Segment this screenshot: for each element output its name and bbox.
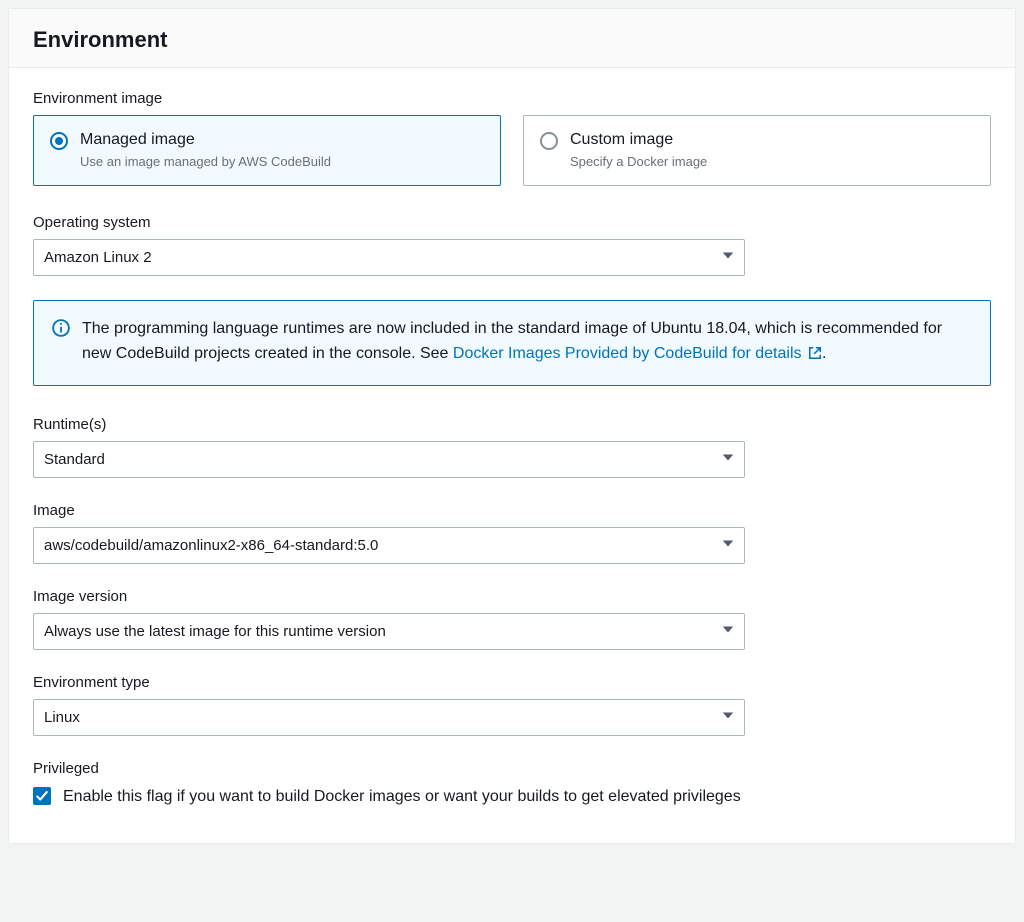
os-select[interactable]: Amazon Linux 2 xyxy=(33,239,745,276)
image-select[interactable]: aws/codebuild/amazonlinux2-x86_64-standa… xyxy=(33,527,745,564)
info-alert: The programming language runtimes are no… xyxy=(33,300,991,386)
alert-text-after: . xyxy=(822,345,826,362)
chevron-down-icon xyxy=(722,707,734,728)
image-label: Image xyxy=(33,502,991,519)
card-header: Environment xyxy=(9,9,1015,68)
env-type-select[interactable]: Linux xyxy=(33,699,745,736)
env-type-value: Linux xyxy=(44,709,80,726)
image-version-value: Always use the latest image for this run… xyxy=(44,623,386,640)
chevron-down-icon xyxy=(722,621,734,642)
os-value: Amazon Linux 2 xyxy=(44,249,152,266)
privileged-desc: Enable this flag if you want to build Do… xyxy=(63,785,741,809)
privileged-checkbox[interactable] xyxy=(33,787,51,805)
chevron-down-icon xyxy=(722,449,734,470)
tile-desc: Use an image managed by AWS CodeBuild xyxy=(80,153,331,171)
runtime-value: Standard xyxy=(44,451,105,468)
section-title: Environment xyxy=(33,27,991,53)
env-image-option-managed[interactable]: Managed image Use an image managed by AW… xyxy=(33,115,501,186)
tile-title: Custom image xyxy=(570,130,707,151)
image-version-select[interactable]: Always use the latest image for this run… xyxy=(33,613,745,650)
env-image-options: Managed image Use an image managed by AW… xyxy=(33,115,991,186)
info-alert-text: The programming language runtimes are no… xyxy=(82,317,972,369)
tile-desc: Specify a Docker image xyxy=(570,153,707,171)
external-link-icon xyxy=(808,344,822,369)
os-label: Operating system xyxy=(33,214,991,231)
image-value: aws/codebuild/amazonlinux2-x86_64-standa… xyxy=(44,537,378,554)
runtime-select[interactable]: Standard xyxy=(33,441,745,478)
chevron-down-icon xyxy=(722,535,734,556)
radio-icon xyxy=(540,132,558,150)
chevron-down-icon xyxy=(722,247,734,268)
privileged-label: Privileged xyxy=(33,760,991,777)
tile-title: Managed image xyxy=(80,130,331,151)
runtime-label: Runtime(s) xyxy=(33,416,991,433)
env-image-label: Environment image xyxy=(33,90,991,107)
environment-card: Environment Environment image Managed im… xyxy=(8,8,1016,844)
env-image-option-custom[interactable]: Custom image Specify a Docker image xyxy=(523,115,991,186)
radio-icon xyxy=(50,132,68,150)
env-type-label: Environment type xyxy=(33,674,991,691)
info-icon xyxy=(52,319,70,369)
image-version-label: Image version xyxy=(33,588,991,605)
docker-images-link[interactable]: Docker Images Provided by CodeBuild for … xyxy=(453,345,822,362)
